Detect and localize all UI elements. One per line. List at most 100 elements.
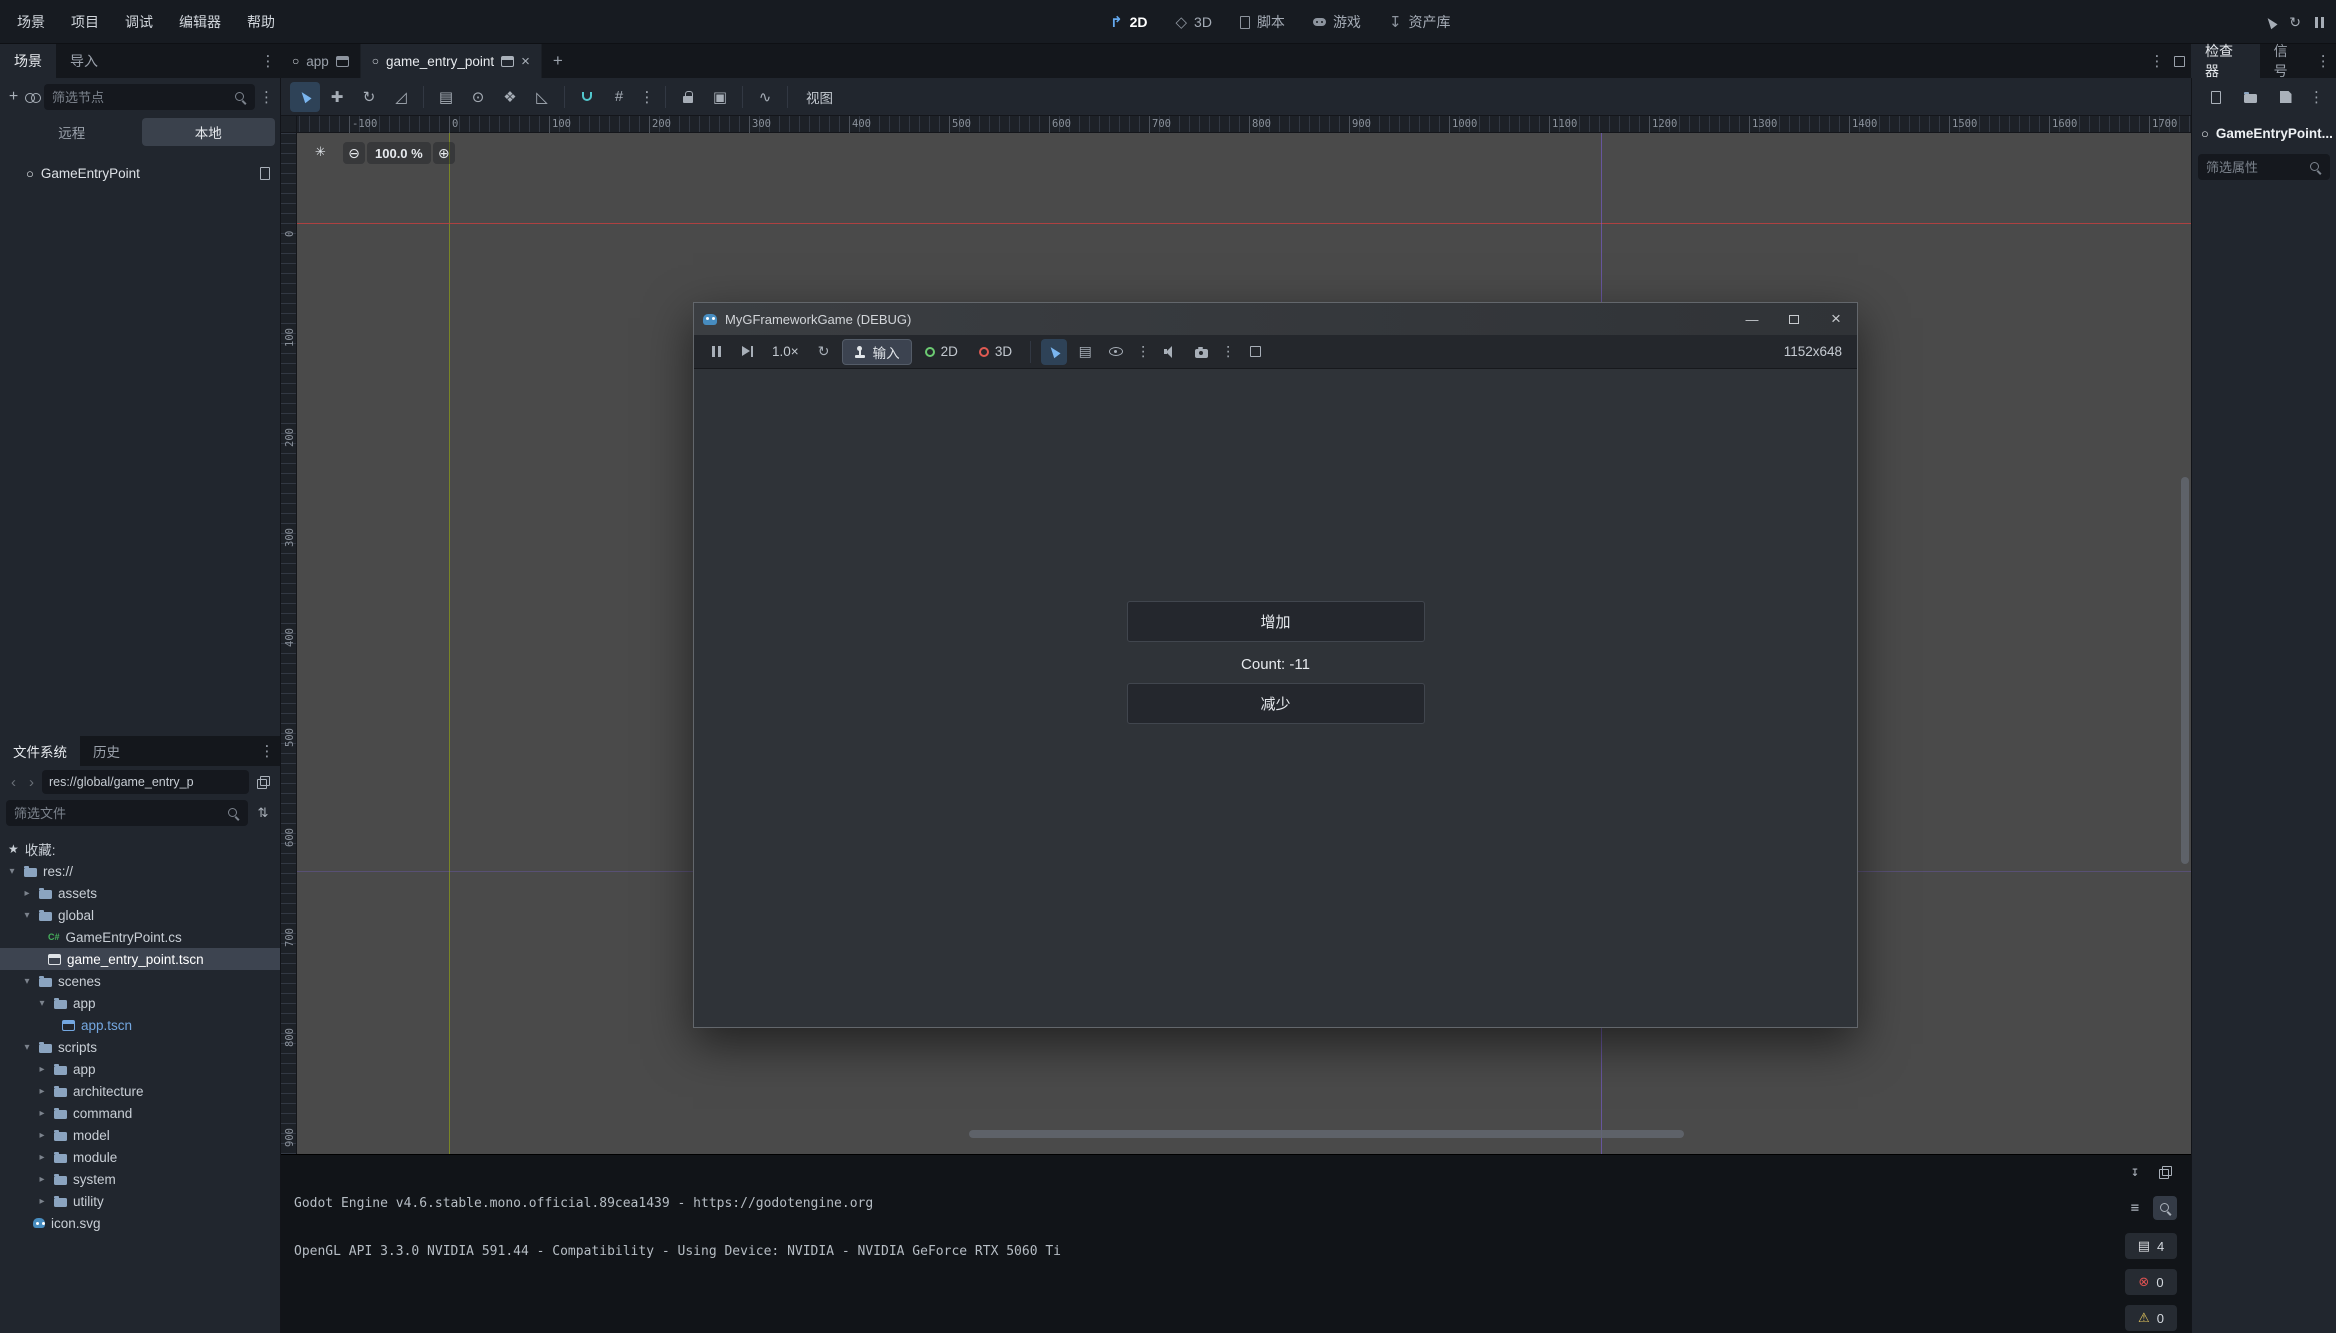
workspace-game[interactable]: 游戏 bbox=[1303, 7, 1371, 37]
tree-row-scenes[interactable]: ▾scenes bbox=[0, 970, 280, 992]
move-tool-button[interactable]: ✚ bbox=[322, 82, 352, 112]
filter-properties-input[interactable] bbox=[2206, 160, 2303, 175]
tree-row-module[interactable]: ▸module bbox=[0, 1146, 280, 1168]
warnings-badge[interactable]: ⚠ 0 bbox=[2125, 1305, 2177, 1331]
selection-options-icon[interactable]: ⋮ bbox=[1134, 339, 1152, 365]
mute-audio-button[interactable] bbox=[1157, 339, 1183, 365]
new-resource-button[interactable] bbox=[2203, 84, 2229, 110]
skeleton-options-button[interactable]: ∿ bbox=[750, 82, 780, 112]
reload-icon[interactable]: ↻ bbox=[2289, 14, 2301, 31]
nav-forward-icon[interactable]: › bbox=[24, 774, 39, 791]
tree-row-assets[interactable]: ▸assets bbox=[0, 882, 280, 904]
left-dock-options-icon[interactable]: ⋮ bbox=[259, 52, 277, 70]
collapse-icon[interactable]: ▾ bbox=[21, 910, 33, 921]
snap-options-icon[interactable]: ⋮ bbox=[636, 82, 658, 112]
embed-fullscreen-button[interactable] bbox=[1242, 339, 1268, 365]
save-output-icon[interactable]: ↧ bbox=[2123, 1160, 2147, 1184]
rotate-tool-button[interactable]: ↻ bbox=[354, 82, 384, 112]
tree-row-scripts[interactable]: ▾scripts bbox=[0, 1036, 280, 1058]
decrease-button[interactable]: 减少 bbox=[1127, 683, 1425, 724]
speed-dropdown[interactable]: 1.0× bbox=[765, 344, 806, 359]
collapse-lines-icon[interactable]: ≡ bbox=[2123, 1196, 2147, 1220]
tree-row-game-entry-point-tscn[interactable]: game_entry_point.tscn bbox=[0, 948, 280, 970]
tab-history[interactable]: 历史 bbox=[80, 736, 133, 766]
zoom-level[interactable]: 100.0 % bbox=[367, 142, 431, 164]
local-button[interactable]: 本地 bbox=[142, 118, 276, 146]
selection-list-button[interactable]: ▤ bbox=[1072, 339, 1098, 365]
close-button[interactable]: × bbox=[1815, 303, 1857, 335]
menu-editor[interactable]: 编辑器 bbox=[166, 7, 234, 37]
expand-icon[interactable]: ▸ bbox=[36, 1064, 48, 1075]
workspace-script[interactable]: 脚本 bbox=[1230, 7, 1295, 37]
scene-tabs-menu-icon[interactable]: ⋮ bbox=[2148, 52, 2166, 70]
smart-snap-button[interactable] bbox=[572, 82, 602, 112]
expand-icon[interactable]: ▸ bbox=[36, 1130, 48, 1141]
maximize-button[interactable] bbox=[1773, 303, 1815, 335]
favorites-row[interactable]: ★ 收藏: bbox=[0, 838, 280, 860]
scale-tool-button[interactable]: ◿ bbox=[386, 82, 416, 112]
select-mode-button[interactable] bbox=[1041, 339, 1067, 365]
view-menu[interactable]: 视图 bbox=[795, 82, 844, 112]
tab-inspector[interactable]: 检查器 bbox=[2191, 44, 2260, 78]
tree-row-command[interactable]: ▸command bbox=[0, 1102, 280, 1124]
tree-row-system[interactable]: ▸system bbox=[0, 1168, 280, 1190]
inspected-node-header[interactable]: ○ GameEntryPoint... bbox=[2192, 118, 2336, 148]
lock-node-button[interactable] bbox=[673, 82, 703, 112]
game-debug-window[interactable]: MyGFrameworkGame (DEBUG) — × 1.0× ↻ 输入 2… bbox=[693, 302, 1858, 1028]
collapse-icon[interactable]: ▾ bbox=[6, 866, 18, 877]
expand-icon[interactable]: ▸ bbox=[36, 1152, 48, 1163]
sort-files-button[interactable]: ⇅ bbox=[252, 802, 274, 824]
tree-row-architecture[interactable]: ▸architecture bbox=[0, 1080, 280, 1102]
split-dock-button[interactable] bbox=[252, 771, 274, 793]
tree-row-icon-svg[interactable]: icon.svg bbox=[0, 1212, 280, 1234]
input-mode-button[interactable]: 输入 bbox=[842, 339, 912, 365]
select-tool-button[interactable] bbox=[290, 82, 320, 112]
list-select-button[interactable]: ▤ bbox=[431, 82, 461, 112]
expand-icon[interactable]: ▸ bbox=[36, 1196, 48, 1207]
collapse-icon[interactable]: ▾ bbox=[36, 998, 48, 1009]
tree-row-scripts-app[interactable]: ▸app bbox=[0, 1058, 280, 1080]
current-path-input[interactable] bbox=[49, 775, 242, 789]
tab-scene-dock[interactable]: 场景 bbox=[0, 44, 56, 78]
save-resource-button[interactable] bbox=[2273, 84, 2299, 110]
scene-tree-root-node[interactable]: ○ GameEntryPoint bbox=[0, 160, 280, 186]
inspector-options-icon[interactable]: ⋮ bbox=[2308, 88, 2326, 106]
menu-debug[interactable]: 调试 bbox=[112, 7, 166, 37]
scene-tab-game-entry-point[interactable]: ○ game_entry_point × bbox=[361, 44, 542, 78]
new-scene-tab-button[interactable]: + bbox=[542, 44, 574, 78]
expand-icon[interactable]: ▸ bbox=[36, 1174, 48, 1185]
nav-back-icon[interactable]: ‹ bbox=[6, 774, 21, 791]
tree-row-app-tscn[interactable]: app.tscn bbox=[0, 1014, 280, 1036]
copy-output-icon[interactable] bbox=[2153, 1160, 2177, 1184]
tool-cursor-icon[interactable] bbox=[2265, 15, 2278, 29]
tree-row-gameentrypoint-cs[interactable]: C#GameEntryPoint.cs bbox=[0, 926, 280, 948]
filter-files-input[interactable] bbox=[14, 806, 221, 821]
pivot-tool-button[interactable]: ⊙ bbox=[463, 82, 493, 112]
increase-button[interactable]: 增加 bbox=[1127, 601, 1425, 642]
add-node-button[interactable]: + bbox=[6, 84, 21, 110]
pan-tool-button[interactable]: ❖ bbox=[495, 82, 525, 112]
search-output-icon[interactable] bbox=[2153, 1196, 2177, 1220]
pause-game-button[interactable] bbox=[703, 339, 729, 365]
expand-icon[interactable]: ▸ bbox=[36, 1108, 48, 1119]
tree-row-res[interactable]: ▾res:// bbox=[0, 860, 280, 882]
canvas-vertical-scrollbar[interactable] bbox=[2181, 477, 2189, 864]
next-frame-button[interactable] bbox=[734, 339, 760, 365]
collapse-icon[interactable]: ▾ bbox=[21, 976, 33, 987]
tab-import-dock[interactable]: 导入 bbox=[56, 44, 112, 78]
load-resource-button[interactable] bbox=[2238, 84, 2264, 110]
tree-row-scenes-app[interactable]: ▾app bbox=[0, 992, 280, 1014]
errors-badge[interactable]: ⊗ 0 bbox=[2125, 1269, 2177, 1295]
camera-options-icon[interactable]: ⋮ bbox=[1219, 339, 1237, 365]
workspace-assetlib[interactable]: ↧ 资产库 bbox=[1379, 7, 1461, 37]
attached-script-icon[interactable] bbox=[260, 167, 270, 180]
expand-icon[interactable]: ▸ bbox=[36, 1086, 48, 1097]
filesystem-options-icon[interactable]: ⋮ bbox=[258, 742, 276, 760]
zoom-in-button[interactable]: ⊕ bbox=[433, 142, 455, 164]
game-window-titlebar[interactable]: MyGFrameworkGame (DEBUG) — × bbox=[694, 303, 1857, 335]
expand-icon[interactable]: ▸ bbox=[21, 888, 33, 899]
pause-icon[interactable] bbox=[2315, 17, 2324, 28]
ruler-tool-button[interactable]: ◺ bbox=[527, 82, 557, 112]
workspace-2d[interactable]: ↱ 2D bbox=[1100, 7, 1157, 37]
menu-help[interactable]: 帮助 bbox=[234, 7, 288, 37]
